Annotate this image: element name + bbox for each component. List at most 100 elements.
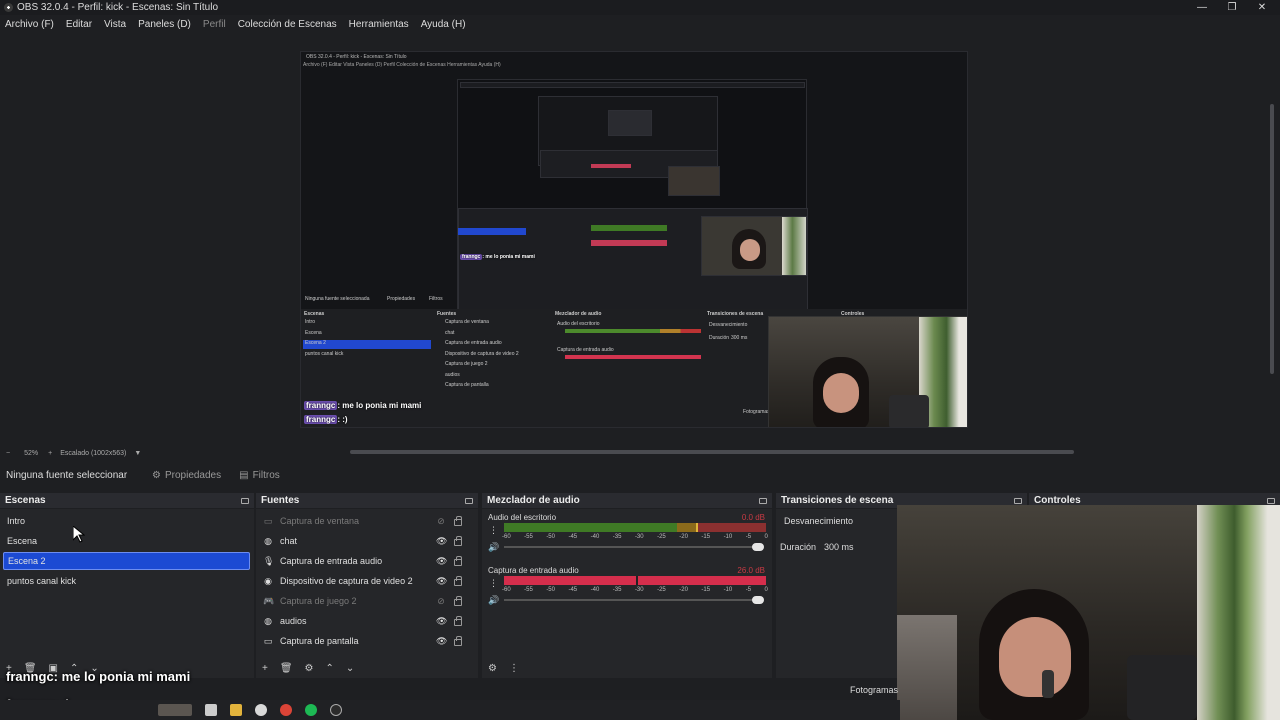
filter-icon: ▤ [239, 469, 249, 481]
scene-item[interactable]: Escena [3, 532, 250, 550]
menu-item[interactable]: Editar [66, 19, 92, 30]
preview-inner-props: Propiedades [387, 296, 416, 302]
taskbar-app-thumbnail[interactable] [158, 704, 192, 716]
mixer-menu-icon[interactable]: ⋮ [509, 663, 519, 674]
gamepad-icon: 🎮 [263, 595, 275, 606]
source-item[interactable]: ▭ Captura de ventana ⊘ [259, 512, 477, 530]
add-source-icon[interactable]: + [262, 663, 268, 674]
undock-icon[interactable] [465, 497, 473, 504]
taskbar-chrome-icon[interactable] [280, 704, 292, 716]
preview-inner-scene: Escena [305, 329, 322, 336]
minimize-button[interactable]: — [1187, 0, 1217, 15]
preview-horizontal-scrollbar[interactable] [350, 450, 1074, 454]
lock-icon[interactable] [454, 596, 462, 606]
volume-slider-knob[interactable] [752, 543, 764, 551]
volume-slider[interactable] [504, 546, 762, 548]
close-button[interactable]: ✕ [1247, 0, 1277, 15]
undock-icon[interactable] [1014, 497, 1022, 504]
menu-item[interactable]: Ayuda (H) [421, 19, 466, 30]
mixer-settings-icon[interactable]: ⚙ [488, 663, 497, 674]
menu-item[interactable]: Paneles (D) [138, 19, 191, 30]
channel-menu-icon[interactable]: ⋮ [489, 525, 498, 536]
preview-inner-duration-val: 300 ms [731, 335, 748, 341]
menu-item[interactable]: Archivo (F) [5, 19, 54, 30]
lock-icon[interactable] [454, 556, 462, 566]
lock-icon[interactable] [454, 576, 462, 586]
preview-inner-scene: Escena 2 [305, 340, 326, 346]
scene-item[interactable]: Escena 2 [3, 552, 250, 570]
taskbar-folder-icon[interactable] [230, 704, 242, 716]
source-item[interactable]: 🎙 Captura de entrada audio 👁 [259, 552, 477, 570]
zoom-in-button[interactable]: + [48, 450, 52, 457]
undock-icon[interactable] [1267, 497, 1275, 504]
move-up-icon[interactable]: ⌃ [326, 663, 334, 674]
scene-item[interactable]: puntos canal kick [3, 572, 250, 590]
preview-inner-mixer-title: Mezclador de audio [555, 311, 602, 317]
move-down-icon[interactable]: ⌄ [346, 663, 354, 674]
lock-icon[interactable] [454, 616, 462, 626]
channel-db: 0.0 dB [741, 513, 765, 522]
eye-off-icon[interactable]: ⊘ [436, 516, 446, 527]
lock-icon[interactable] [454, 636, 462, 646]
menu-item[interactable]: Colección de Escenas [238, 19, 337, 30]
preview-canvas[interactable]: OBS 32.0.4 - Perfil: kick - Escenas: Sin… [300, 51, 968, 428]
nested-chat: franngc: me lo ponia mi mami [460, 254, 535, 260]
sources-list: ▭ Captura de ventana ⊘ ◍ chat 👁 🎙 Captura de en… [256, 509, 478, 678]
eye-icon[interactable]: 👁 [436, 636, 447, 647]
scenes-dock: Escenas Intro Escena Escena 2 puntos canal … [0, 493, 254, 678]
scene-item-label: Intro [7, 516, 26, 526]
scale-tick: -15 [701, 587, 711, 593]
globe-icon: ◍ [264, 535, 272, 546]
source-item[interactable]: ◉ Dispositivo de captura de video 2 👁 [259, 572, 477, 590]
menu-item[interactable]: Herramientas [349, 19, 409, 30]
preview-inner-scene: Intro [305, 319, 316, 325]
source-item[interactable]: ◍ audios 👁 [259, 612, 477, 630]
scene-item[interactable]: Intro [3, 512, 250, 530]
eye-off-icon[interactable]: ⊘ [436, 596, 446, 607]
source-item[interactable]: 🎮 Captura de juego 2 ⊘ [259, 592, 477, 610]
volume-slider[interactable] [504, 599, 762, 601]
meter-peak [696, 523, 698, 532]
eye-icon[interactable]: 👁 [436, 616, 447, 627]
scale-tick: -50 [546, 587, 555, 593]
transition-select[interactable]: Desvanecimiento [784, 516, 853, 526]
scale-tick: -15 [701, 534, 711, 540]
menu-item[interactable]: Vista [104, 19, 126, 30]
eye-icon[interactable]: 👁 [436, 576, 447, 587]
chevron-down-icon[interactable]: ▼ [134, 450, 141, 457]
undock-icon[interactable] [241, 497, 249, 504]
taskbar-obs-icon[interactable] [330, 704, 342, 716]
mixer-channel: Audio del escritorio 0.0 dB -60 -55 -50 -45 -4… [486, 513, 768, 558]
taskbar-taskview-icon[interactable] [205, 704, 217, 716]
eye-icon[interactable]: 👁 [436, 536, 447, 547]
source-settings-icon[interactable]: ⚙ [305, 663, 314, 674]
filters-button[interactable]: ▤ Filtros [239, 470, 280, 481]
channel-name: Captura de entrada audio [488, 566, 579, 575]
duration-input[interactable]: 300 ms [824, 542, 854, 552]
volume-slider-knob[interactable] [752, 596, 764, 604]
zoom-out-button[interactable]: − [6, 450, 10, 457]
taskbar-settings-icon[interactable] [255, 704, 267, 716]
speaker-icon[interactable]: 🔊 [488, 542, 499, 553]
undock-icon[interactable] [759, 497, 767, 504]
source-item[interactable]: ◍ chat 👁 [259, 532, 477, 550]
preview-vertical-scrollbar[interactable] [1270, 104, 1274, 374]
source-item-label: Captura de ventana [280, 516, 360, 526]
speaker-icon[interactable]: 🔊 [488, 595, 499, 606]
lock-icon[interactable] [454, 516, 462, 526]
preview-inner-filters: Filtros [429, 296, 443, 302]
channel-menu-icon[interactable]: ⋮ [489, 578, 498, 589]
source-item[interactable]: ▭ Captura de pantalla 👁 [259, 632, 477, 650]
preview-inner-title: OBS 32.0.4 - Perfil: kick - Escenas: Sin… [306, 54, 407, 60]
scale-tick: -55 [524, 587, 533, 593]
remove-source-icon[interactable]: 🗑 [280, 663, 293, 674]
transitions-title: Transiciones de escena [781, 495, 894, 506]
menu-item[interactable]: Perfil [203, 19, 226, 30]
taskbar-spotify-icon[interactable] [305, 704, 317, 716]
nested-meter-green [591, 225, 667, 231]
restore-button[interactable]: ❐ [1217, 0, 1247, 15]
eye-icon[interactable]: 👁 [436, 556, 447, 567]
preview-inner-source: Captura de juego 2 [445, 361, 488, 367]
lock-icon[interactable] [454, 536, 462, 546]
properties-button[interactable]: ⚙ Propiedades [152, 470, 221, 481]
